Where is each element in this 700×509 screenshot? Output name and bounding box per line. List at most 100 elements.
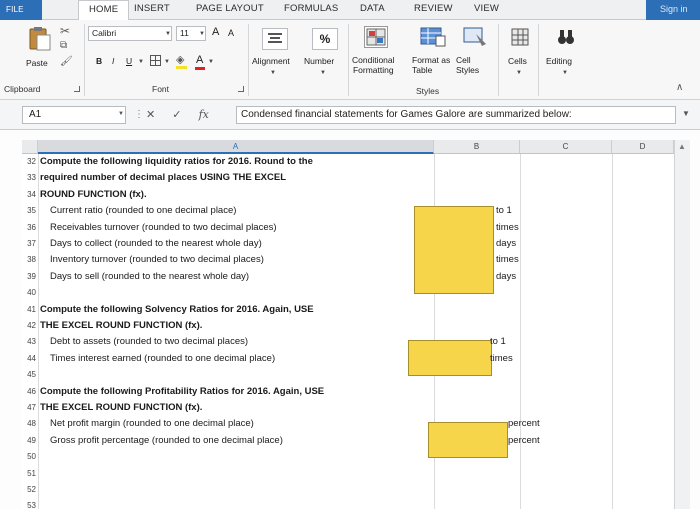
conditional-formatting-button[interactable]: Conditional Formatting: [352, 55, 395, 75]
row-number[interactable]: 39: [22, 271, 36, 282]
column-header-b[interactable]: B: [434, 140, 520, 154]
cells-icon[interactable]: [510, 26, 530, 48]
row-number[interactable]: 50: [22, 451, 36, 462]
cell-a[interactable]: Compute the following Profitability Rati…: [40, 386, 324, 397]
paste-button[interactable]: Paste: [26, 24, 56, 72]
group-divider: [348, 24, 349, 96]
scroll-up-icon[interactable]: ▲: [678, 142, 686, 151]
binoculars-icon[interactable]: [556, 26, 576, 48]
copy-icon[interactable]: ⧉: [60, 40, 67, 51]
row-number[interactable]: 52: [22, 484, 36, 495]
row-number[interactable]: 40: [22, 287, 36, 298]
table-row: 50: [22, 451, 662, 462]
clipboard-launcher-icon[interactable]: [74, 86, 80, 92]
row-number[interactable]: 49: [22, 435, 36, 446]
formula-input[interactable]: Condensed financial statements for Games…: [236, 106, 676, 124]
cell-a[interactable]: Inventory turnover (rounded to two decim…: [50, 254, 264, 265]
sign-in-link[interactable]: Sign in: [646, 0, 700, 20]
select-all-corner[interactable]: [22, 140, 38, 154]
cells-button[interactable]: Cells: [508, 56, 527, 66]
italic-button[interactable]: I: [112, 56, 114, 66]
chevron-down-icon: ▼: [270, 70, 276, 76]
formula-buttons: ✕ ✓ fx: [146, 108, 209, 121]
cell-a[interactable]: Compute the following Solvency Ratios fo…: [40, 304, 314, 315]
row-number[interactable]: 33: [22, 172, 36, 183]
format-as-table-button[interactable]: Format as Table: [412, 55, 450, 75]
row-number[interactable]: 46: [22, 386, 36, 397]
worksheet-grid: A B C D 32 Compute the following liquidit…: [22, 140, 690, 509]
column-header-d[interactable]: D: [612, 140, 674, 154]
format-as-table-icon[interactable]: [420, 26, 446, 48]
alignment-button[interactable]: [262, 28, 288, 50]
vertical-scrollbar[interactable]: ▲: [674, 140, 690, 509]
tab-formulas[interactable]: FORMULAS: [284, 3, 338, 14]
cut-icon[interactable]: ✂: [60, 24, 70, 38]
font-name-select[interactable]: Calibri: [88, 26, 172, 41]
percent-button[interactable]: %: [312, 28, 338, 50]
row-number[interactable]: 51: [22, 468, 36, 479]
name-box[interactable]: A1: [22, 106, 126, 124]
row-number[interactable]: 38: [22, 254, 36, 265]
cancel-icon[interactable]: ✕: [146, 109, 155, 121]
tab-page-layout[interactable]: PAGE LAYOUT: [196, 3, 264, 14]
row-number[interactable]: 41: [22, 304, 36, 315]
chevron-down-icon: ▼: [562, 70, 568, 76]
fill-color-icon[interactable]: ◈: [176, 53, 184, 66]
format-painter-icon[interactable]: 🖌: [60, 56, 73, 67]
cell-a[interactable]: ROUND FUNCTION (fx).: [40, 189, 147, 200]
row-number[interactable]: 53: [22, 500, 36, 509]
insert-function-icon[interactable]: fx: [199, 108, 209, 121]
editing-button[interactable]: Editing: [546, 56, 572, 66]
row-number[interactable]: 48: [22, 418, 36, 429]
row-number[interactable]: 44: [22, 353, 36, 364]
table-row: 48 Net profit margin (rounded to one deci…: [22, 418, 662, 429]
chevron-down-icon: ▼: [208, 59, 214, 65]
font-group-label: Font: [152, 84, 170, 94]
row-number[interactable]: 34: [22, 189, 36, 200]
font-color-button[interactable]: A: [196, 54, 203, 66]
cell-a[interactable]: required number of decimal places USING …: [40, 172, 286, 183]
row-number[interactable]: 43: [22, 336, 36, 347]
column-header-c[interactable]: C: [520, 140, 612, 154]
expand-formula-bar-icon[interactable]: ▼: [682, 109, 690, 118]
collapse-ribbon-icon[interactable]: ∧: [676, 82, 683, 93]
cell-a[interactable]: THE EXCEL ROUND FUNCTION (fx).: [40, 320, 202, 331]
tab-file[interactable]: FILE: [0, 0, 42, 20]
tab-data[interactable]: DATA: [360, 3, 385, 14]
column-header-a[interactable]: A: [38, 140, 434, 154]
cell-styles-icon[interactable]: [462, 26, 488, 48]
font-launcher-icon[interactable]: [238, 86, 244, 92]
enter-icon[interactable]: ✓: [172, 109, 181, 121]
conditional-formatting-icon[interactable]: [364, 26, 388, 48]
tab-home[interactable]: HOME: [78, 0, 130, 21]
row-number[interactable]: 36: [22, 222, 36, 233]
cell-a[interactable]: Debt to assets (rounded to two decimal p…: [50, 336, 248, 347]
cell-a[interactable]: Gross profit percentage (rounded to one …: [50, 435, 283, 446]
cell-a[interactable]: Receivables turnover (rounded to two dec…: [50, 222, 277, 233]
grow-font-button[interactable]: A: [212, 26, 219, 38]
cell-b-unit: to 1: [496, 205, 512, 217]
cell-styles-button[interactable]: Cell Styles: [456, 55, 479, 75]
bold-button[interactable]: B: [96, 56, 102, 66]
row-number[interactable]: 32: [22, 156, 36, 167]
borders-icon[interactable]: [150, 55, 161, 66]
row-number[interactable]: 37: [22, 238, 36, 249]
cell-b-unit: percent: [508, 418, 540, 430]
tab-view[interactable]: VIEW: [474, 3, 499, 14]
cell-a[interactable]: Days to collect (rounded to the nearest …: [50, 238, 262, 249]
cell-a[interactable]: Net profit margin (rounded to one decima…: [50, 418, 254, 429]
shrink-font-button[interactable]: A: [228, 28, 234, 38]
row-number[interactable]: 42: [22, 320, 36, 331]
number-label: Number: [304, 56, 335, 66]
tab-review[interactable]: REVIEW: [414, 3, 453, 14]
row-number[interactable]: 35: [22, 205, 36, 216]
tab-insert[interactable]: INSERT: [134, 3, 170, 14]
cell-a[interactable]: Times interest earned (rounded to one de…: [50, 353, 275, 364]
cell-a[interactable]: THE EXCEL ROUND FUNCTION (fx).: [40, 402, 202, 413]
underline-button[interactable]: U: [126, 56, 132, 66]
cell-a[interactable]: Compute the following liquidity ratios f…: [40, 156, 313, 167]
cell-a[interactable]: Current ratio (rounded to one decimal pl…: [50, 205, 236, 216]
row-number[interactable]: 45: [22, 369, 36, 380]
row-number[interactable]: 47: [22, 402, 36, 413]
cell-a[interactable]: Days to sell (rounded to the nearest who…: [50, 271, 249, 282]
